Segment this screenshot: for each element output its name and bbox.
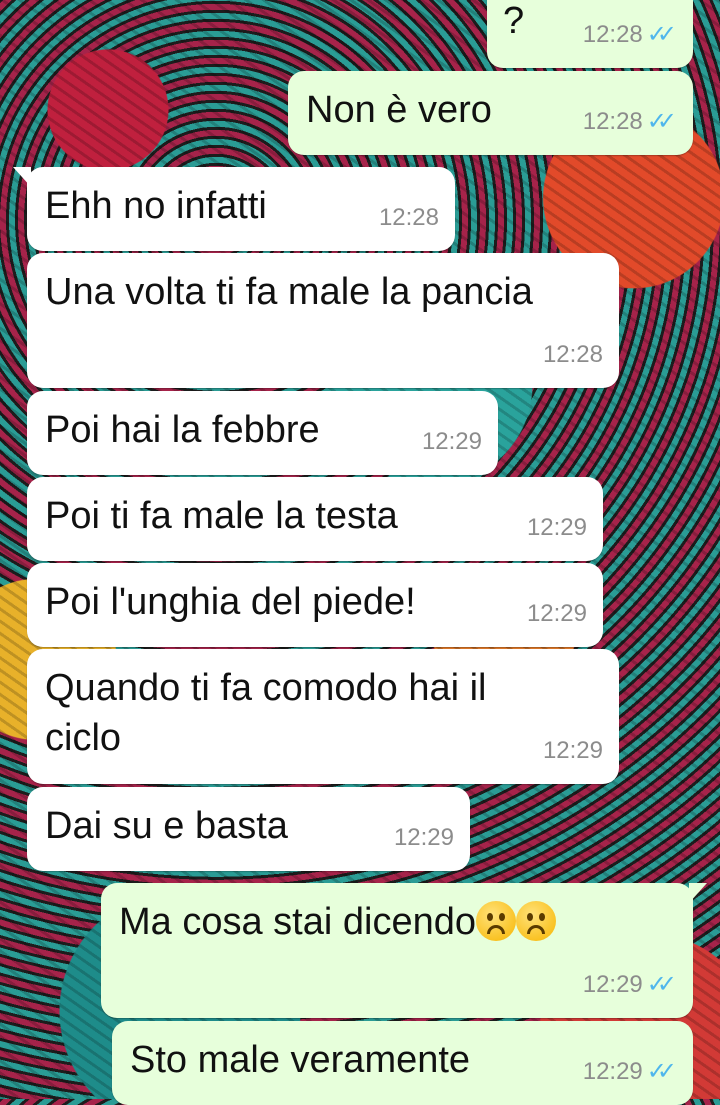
- message-text: Poi ti fa male la testa: [45, 495, 398, 537]
- message-meta: 12:29: [394, 813, 454, 863]
- message-time: 12:29: [542, 737, 603, 764]
- read-receipt-icon: ✓✓: [646, 1058, 677, 1085]
- message-incoming[interactable]: Poi hai la febbre 12:29: [27, 391, 498, 475]
- bubble-tail: [13, 167, 31, 187]
- message-meta: 12:29 ✓✓: [583, 1047, 677, 1097]
- message-text: Poi l'unghia del piede!: [45, 581, 416, 623]
- frowning-face-emoji-icon: [515, 900, 556, 941]
- read-receipt-icon: ✓✓: [646, 108, 677, 135]
- message-outgoing[interactable]: Sto male veramente 12:29 ✓✓: [112, 1021, 693, 1105]
- message-incoming[interactable]: Ehh no infatti 12:28: [13, 167, 455, 251]
- message-meta: 12:29 ✓✓: [583, 960, 677, 1010]
- message-incoming[interactable]: Una volta ti fa male la pancia 12:28: [27, 253, 619, 388]
- message-text-line-2: ciclo: [45, 717, 122, 759]
- message-text: Dai su e basta: [45, 805, 288, 847]
- message-text: Ma cosa stai dicendo: [119, 900, 556, 943]
- message-text: Una volta ti fa male la pancia: [45, 271, 533, 313]
- message-time: 12:28: [378, 204, 439, 231]
- message-time: 12:28: [542, 341, 603, 368]
- message-text: Poi hai la febbre: [45, 409, 320, 451]
- frowning-face-emoji-icon: [475, 900, 516, 941]
- message-time: 12:29: [526, 514, 587, 541]
- message-meta: 12:28 ✓✓: [583, 10, 677, 60]
- message-time: 12:29: [421, 428, 482, 455]
- message-meta: 12:28: [379, 193, 439, 243]
- read-receipt-icon: ✓✓: [646, 971, 677, 998]
- message-incoming[interactable]: Poi ti fa male la testa 12:29: [27, 477, 603, 561]
- message-text: ?: [503, 0, 525, 42]
- message-outgoing[interactable]: Non è vero 12:28 ✓✓: [288, 71, 693, 155]
- message-text: Ehh no infatti: [45, 185, 267, 227]
- message-outgoing[interactable]: Ma cosa stai dicendo 12:29 ✓✓: [101, 883, 707, 1018]
- read-receipt-icon: ✓✓: [646, 21, 677, 48]
- chat-message-list[interactable]: ? 12:28 ✓✓ Non è vero 12:28 ✓✓ Ehh no in…: [0, 0, 720, 1105]
- message-time: 12:29: [393, 824, 454, 851]
- message-time: 12:28: [582, 21, 643, 48]
- message-time: 12:28: [582, 108, 643, 135]
- message-meta: 12:28 ✓✓: [583, 97, 677, 147]
- message-time: 12:29: [582, 1058, 643, 1085]
- message-meta: 12:29: [527, 589, 587, 639]
- bubble-tail: [689, 883, 707, 903]
- message-meta: 12:29: [422, 417, 482, 467]
- message-incoming[interactable]: Poi l'unghia del piede! 12:29: [27, 563, 603, 647]
- message-text: Non è vero: [306, 89, 492, 131]
- message-time: 12:29: [526, 600, 587, 627]
- message-text-line-1: Quando ti fa comodo hai il: [45, 667, 487, 709]
- message-meta: 12:29: [543, 726, 603, 776]
- message-meta: 12:29: [527, 503, 587, 553]
- message-incoming[interactable]: Quando ti fa comodo hai il ciclo 12:29: [27, 649, 619, 784]
- message-meta: 12:28: [543, 330, 603, 380]
- message-incoming[interactable]: Dai su e basta 12:29: [27, 787, 470, 871]
- message-time: 12:29: [582, 971, 643, 998]
- message-text: Sto male veramente: [130, 1039, 471, 1081]
- message-outgoing[interactable]: ? 12:28 ✓✓: [487, 0, 693, 68]
